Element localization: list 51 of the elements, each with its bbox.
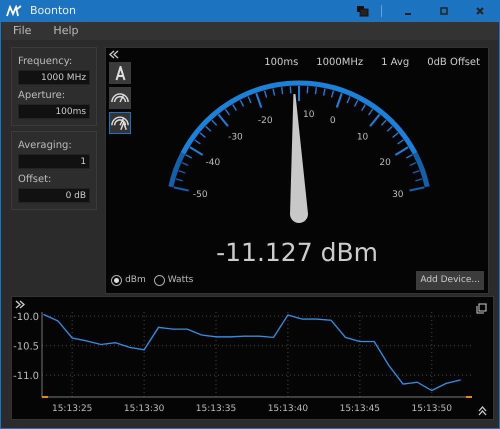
input-field[interactable]: 1000 MHz [18,70,90,85]
scale-label: -30 [228,132,243,142]
collapse-left-icon[interactable] [109,50,120,59]
scale-label: 20 [379,158,391,168]
view-mode-button[interactable] [109,62,132,84]
scale-label: -50 [192,190,208,200]
collapse-up-icon[interactable] [478,406,487,416]
close-icon[interactable] [474,5,486,17]
y-tick-label: -11.0 [13,371,39,382]
window-title: Boonton [30,2,76,19]
menu-item[interactable]: File [13,22,32,40]
input-field[interactable]: 100ms [18,104,90,119]
field-label: Averaging: [18,139,73,153]
view-mode-button[interactable] [109,87,132,109]
input-field[interactable]: 1 [18,154,90,169]
x-tick-label: 15:13:45 [340,404,380,414]
expand-right-icon[interactable] [15,300,25,309]
x-tick-label: 15:13:50 [412,404,452,414]
setting-readout: 1000MHz [316,56,364,70]
power-reading: -11.127 dBm [216,240,378,265]
unit-radio[interactable]: dBm [111,274,146,288]
x-tick-label: 15:13:25 [52,404,92,414]
scale-label: -20 [258,116,273,126]
x-tick-label: 15:13:40 [268,404,308,414]
scale-label: 0 [330,116,336,126]
scale-label: -40 [206,158,220,168]
gauge-icon [111,93,130,103]
setting-readout: 1 Avg [381,56,410,70]
scale-label: 10 [303,110,315,120]
y-tick-label: -10.0 [13,312,39,324]
unit-radio[interactable]: Watts [154,274,194,288]
field-label: Aperture: [18,89,66,103]
letter-icon [114,66,126,80]
add-device-button[interactable]: Add Device... [416,271,484,290]
view-mode-button[interactable] [109,112,132,134]
maximize-icon[interactable] [438,5,450,17]
menu-item[interactable]: Help [53,22,78,40]
scale-label: 30 [392,190,404,200]
x-tick-label: 15:13:35 [196,404,236,414]
y-tick-label: -10.5 [13,342,39,353]
gauge-letter-icon [111,116,130,130]
field-label: Frequency: [18,55,74,69]
logo-icon [6,5,22,17]
popout-icon[interactable] [476,303,487,314]
field-label: Offset: [18,173,52,187]
input-field[interactable]: 0 dB [18,188,90,203]
setting-readout: 100ms [264,56,298,70]
scale-label: 10 [356,132,368,142]
restore-windows-icon[interactable] [356,5,369,17]
setting-readout: 0dB Offset [427,56,480,70]
x-tick-label: 15:13:30 [124,404,164,414]
